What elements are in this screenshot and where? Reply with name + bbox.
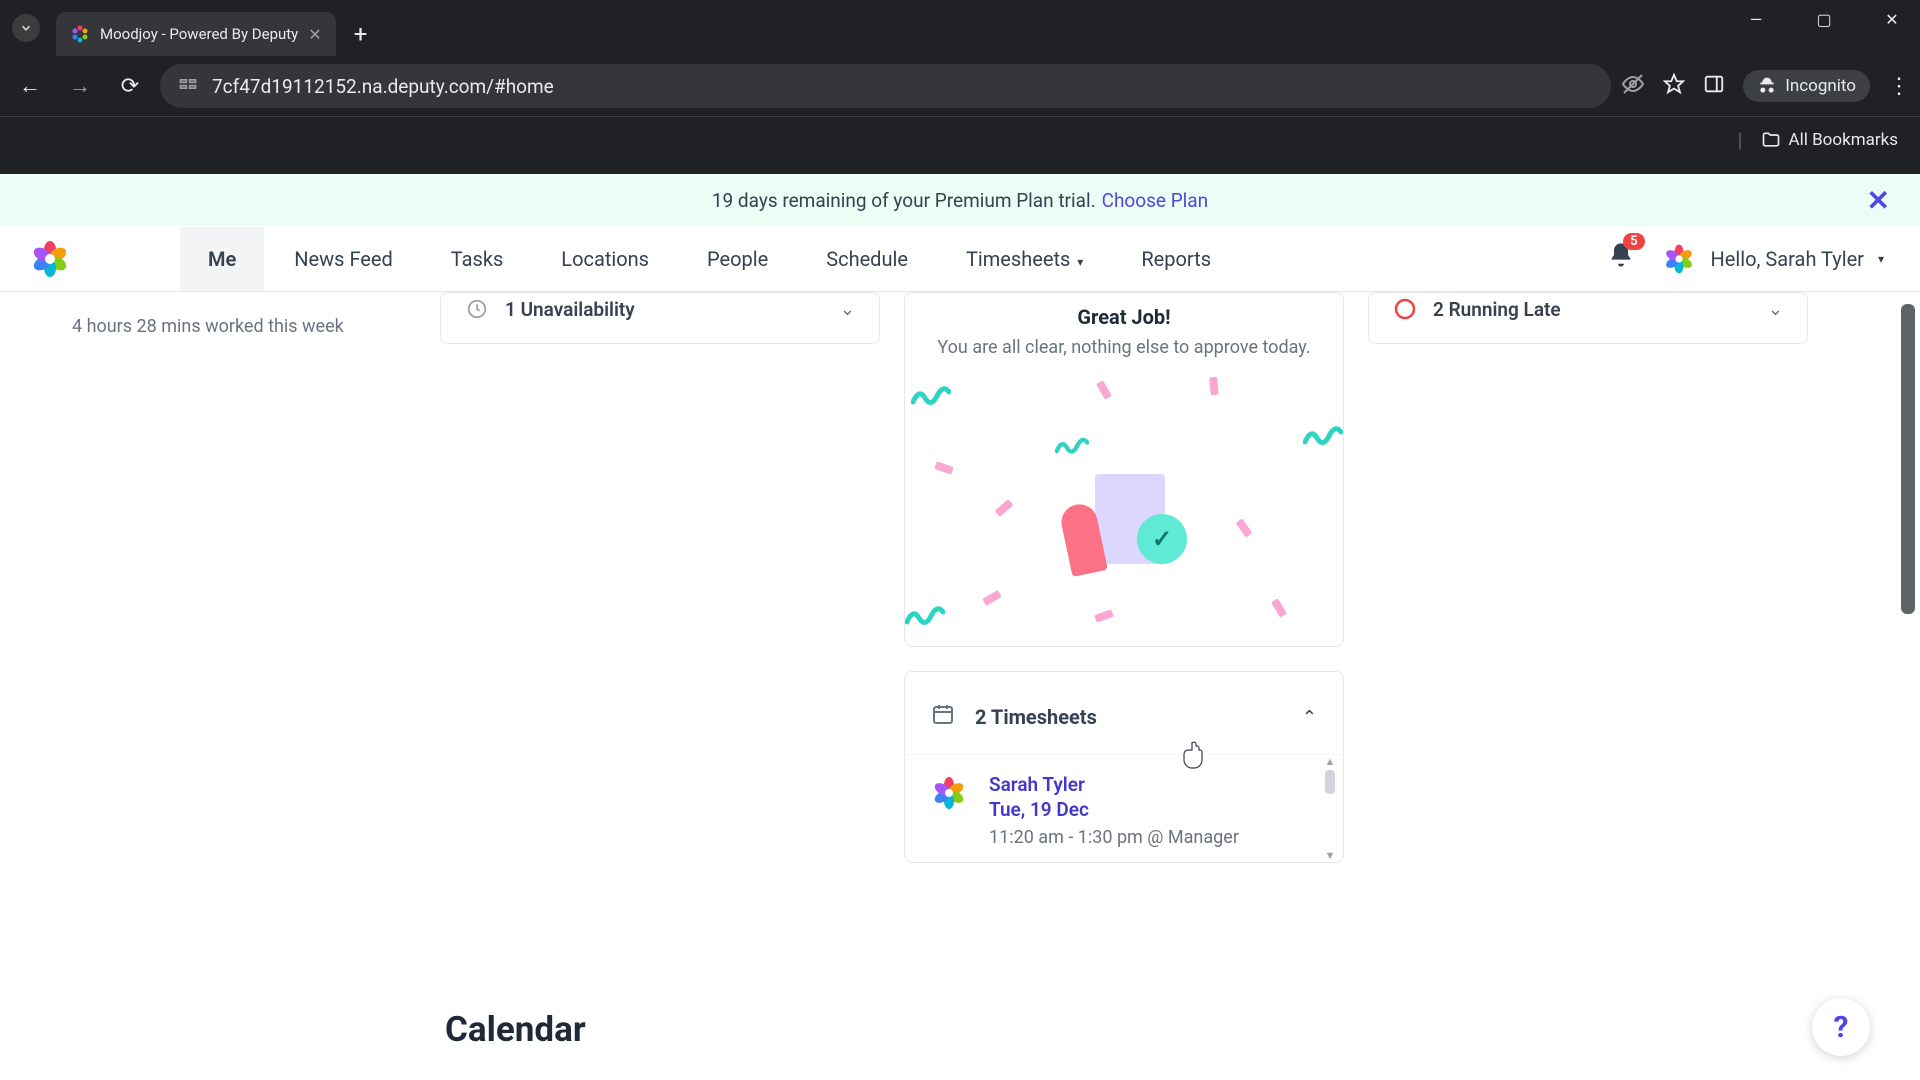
back-button[interactable]: ←	[10, 73, 50, 99]
incognito-badge[interactable]: Incognito	[1743, 70, 1870, 102]
chevron-down-icon: ⌄	[1768, 299, 1783, 320]
nav-timesheets[interactable]: Timesheets ▾	[938, 227, 1111, 291]
clock-icon	[465, 297, 489, 321]
great-job-title: Great Job!	[905, 293, 1343, 329]
window-controls: ― ▢ ✕	[1736, 10, 1912, 29]
timesheet-name: Sarah Tyler	[989, 773, 1319, 796]
tabs-dropdown-button[interactable]	[12, 14, 40, 42]
page-content: 19 days remaining of your Premium Plan t…	[0, 174, 1920, 1080]
unavailability-card[interactable]: 1 Unavailability ⌄	[440, 292, 880, 344]
nav-me[interactable]: Me	[180, 227, 264, 291]
app-header: Me News Feed Tasks Locations People Sche…	[0, 226, 1920, 292]
celebration-illustration: ✓	[905, 374, 1343, 634]
scroll-up-icon[interactable]: ▲	[1323, 755, 1337, 768]
page-scroll-thumb[interactable]	[1901, 304, 1915, 614]
question-icon: ?	[1834, 1010, 1849, 1045]
deputy-logo-icon[interactable]	[30, 239, 70, 279]
minimize-button[interactable]: ―	[1736, 10, 1776, 29]
reload-button[interactable]: ⟳	[110, 74, 150, 99]
calendar-icon	[931, 702, 955, 732]
new-tab-button[interactable]: +	[354, 20, 368, 48]
page-scrollbar[interactable]	[1898, 174, 1918, 1080]
tab-title: Moodjoy - Powered By Deputy	[100, 25, 298, 43]
user-greeting: Hello, Sarah Tyler	[1711, 247, 1864, 271]
url-text: 7cf47d19112152.na.deputy.com/#home	[212, 75, 554, 98]
unavailability-title: 1 Unavailability	[505, 298, 824, 321]
tab-bar: Moodjoy - Powered By Deputy ✕ + ― ▢ ✕	[0, 0, 1920, 56]
folder-icon	[1761, 130, 1781, 150]
nav-people[interactable]: People	[679, 227, 796, 291]
site-settings-icon[interactable]	[178, 74, 198, 98]
nav-schedule[interactable]: Schedule	[798, 227, 936, 291]
url-input[interactable]: 7cf47d19112152.na.deputy.com/#home	[160, 64, 1611, 108]
help-button[interactable]: ?	[1812, 998, 1870, 1056]
nav-reports[interactable]: Reports	[1113, 227, 1239, 291]
bookmark-star-icon[interactable]	[1663, 73, 1685, 99]
running-late-card[interactable]: 2 Running Late ⌄	[1368, 292, 1808, 344]
notifications-button[interactable]: 5	[1607, 241, 1635, 276]
bookmarks-bar: | All Bookmarks	[0, 116, 1920, 162]
calendar-heading: Calendar	[445, 1009, 586, 1050]
timesheet-meta: 11:20 am - 1:30 pm @ Manager	[989, 827, 1319, 848]
great-job-card: Great Job! You are all clear, nothing el…	[904, 292, 1344, 647]
scroll-thumb[interactable]	[1325, 770, 1335, 794]
alert-circle-icon	[1393, 297, 1417, 321]
forward-button[interactable]: →	[60, 73, 100, 99]
dashboard-content: 4 hours 28 mins worked this week 1 Unava…	[0, 292, 1920, 1080]
nav-locations[interactable]: Locations	[533, 227, 677, 291]
user-menu[interactable]: Hello, Sarah Tyler ▾	[1661, 241, 1884, 277]
trial-banner: 19 days remaining of your Premium Plan t…	[0, 174, 1920, 226]
nav-news-feed[interactable]: News Feed	[266, 227, 421, 291]
timesheet-scrollbar[interactable]: ▲ ▼	[1323, 755, 1337, 862]
scroll-down-icon[interactable]: ▼	[1323, 849, 1337, 862]
address-bar: ← → ⟳ 7cf47d19112152.na.deputy.com/#home…	[0, 56, 1920, 116]
chevron-down-icon: ⌄	[840, 299, 855, 320]
chevron-down-icon: ▾	[1074, 255, 1083, 269]
maximize-button[interactable]: ▢	[1804, 10, 1844, 29]
all-bookmarks-button[interactable]: All Bookmarks	[1761, 130, 1898, 150]
hours-worked-text: 4 hours 28 mins worked this week	[72, 316, 380, 337]
browser-tab[interactable]: Moodjoy - Powered By Deputy ✕	[56, 12, 336, 56]
great-job-subtitle: You are all clear, nothing else to appro…	[905, 329, 1343, 374]
tracking-protection-icon[interactable]	[1621, 72, 1645, 100]
timesheets-card: 2 Timesheets ⌃ Sarah Tyler Tue, 19 Dec 1…	[904, 671, 1344, 863]
chevron-up-icon: ⌃	[1302, 707, 1317, 728]
hours-sidebar: 4 hours 28 mins worked this week	[0, 292, 420, 1080]
main-nav: Me News Feed Tasks Locations People Sche…	[180, 227, 1239, 291]
timesheets-title: 2 Timesheets	[975, 705, 1282, 729]
trial-banner-text: 19 days remaining of your Premium Plan t…	[712, 189, 1096, 212]
user-avatar-icon	[1661, 241, 1697, 277]
timesheet-list-item[interactable]: Sarah Tyler Tue, 19 Dec 11:20 am - 1:30 …	[905, 755, 1343, 862]
close-window-button[interactable]: ✕	[1872, 10, 1912, 29]
check-icon: ✓	[1137, 514, 1187, 564]
choose-plan-link[interactable]: Choose Plan	[1102, 189, 1209, 212]
timesheets-card-header[interactable]: 2 Timesheets ⌃	[905, 672, 1343, 755]
chevron-down-icon: ▾	[1878, 252, 1884, 266]
tab-close-icon[interactable]: ✕	[308, 25, 321, 44]
side-panel-icon[interactable]	[1703, 73, 1725, 99]
browser-chrome: Moodjoy - Powered By Deputy ✕ + ― ▢ ✕ ← …	[0, 0, 1920, 174]
running-late-title: 2 Running Late	[1433, 298, 1752, 321]
nav-tasks[interactable]: Tasks	[423, 227, 532, 291]
banner-close-icon[interactable]: ✕	[1867, 184, 1890, 217]
notification-count-badge: 5	[1623, 233, 1644, 250]
browser-menu-icon[interactable]: ⋮	[1888, 74, 1910, 99]
tab-favicon-icon	[70, 24, 90, 44]
incognito-icon	[1757, 76, 1777, 96]
timesheet-date: Tue, 19 Dec	[989, 798, 1319, 821]
timesheet-avatar-icon	[929, 773, 969, 813]
